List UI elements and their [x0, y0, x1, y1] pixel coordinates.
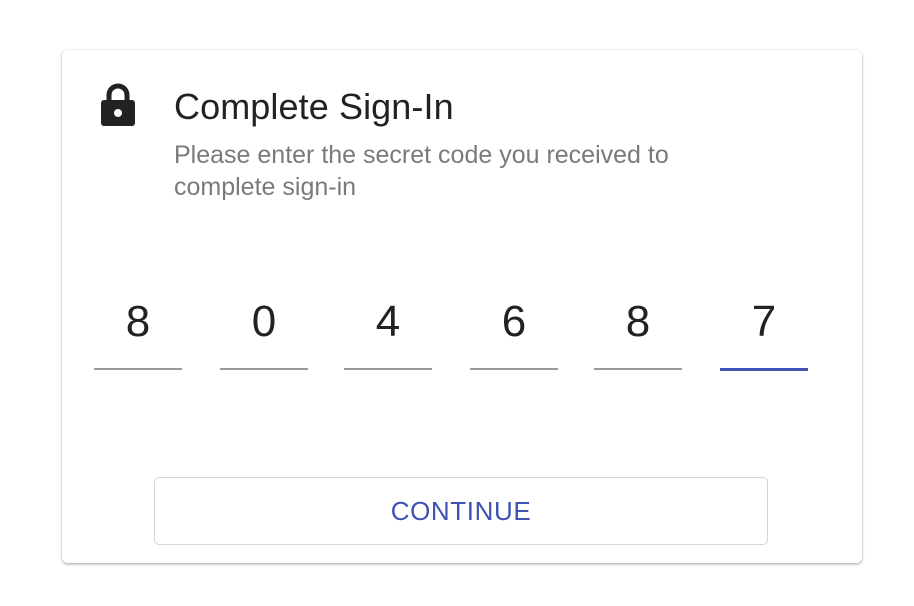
continue-button[interactable]: CONTINUE	[154, 477, 768, 545]
code-digit-6: 7	[751, 297, 777, 346]
code-digit-2: 0	[251, 297, 277, 346]
code-digit-3-input[interactable]: 4	[344, 288, 432, 370]
lock-icon	[101, 83, 135, 126]
code-digit-1-input[interactable]: 8	[94, 288, 182, 370]
code-input-row: 8 0 4 6 8 7	[94, 288, 818, 372]
code-digit-4-input[interactable]: 6	[470, 288, 558, 370]
code-digit-5-input[interactable]: 8	[594, 288, 682, 370]
code-digit-5: 8	[625, 297, 651, 346]
code-digit-1: 8	[125, 297, 151, 346]
code-digit-4: 6	[501, 297, 527, 346]
code-digit-2-input[interactable]: 0	[220, 288, 308, 370]
dialog-subtitle: Please enter the secret code you receive…	[174, 141, 669, 201]
sign-in-card: Complete Sign-In Please enter the secret…	[62, 50, 862, 563]
code-digit-6-input[interactable]: 7	[720, 288, 808, 371]
code-digit-3: 4	[375, 297, 401, 346]
dialog-title: Complete Sign-In	[174, 86, 454, 127]
